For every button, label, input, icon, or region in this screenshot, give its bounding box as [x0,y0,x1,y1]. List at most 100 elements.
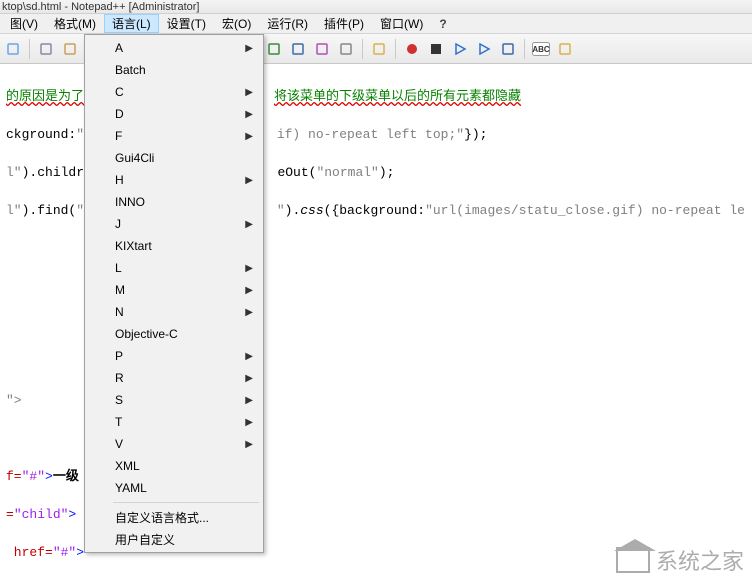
submenu-arrow-icon: ▶ [245,87,253,98]
dropdown-item-label: XML [115,459,140,473]
dropdown-separator [113,502,259,503]
code-text: ).find( [22,203,77,218]
lang-item-Batch[interactable]: Batch [87,59,261,81]
menu-item-2[interactable]: 语言(L) [104,14,159,33]
lang-item-D[interactable]: D▶ [87,103,261,125]
spellcheck-button[interactable]: ABC [530,38,552,60]
code-text: css [300,203,323,218]
toolbar-separator [395,39,396,59]
paste-button[interactable] [59,38,81,60]
code-text: "child" [14,507,69,522]
toolbar-separator [362,39,363,59]
dropdown-item-label: P [115,349,123,363]
menu-item-6[interactable]: 插件(P) [316,14,372,33]
stop-macro-button[interactable] [425,38,447,60]
lang-item-自定义语言格式...[interactable]: 自定义语言格式... [87,506,261,528]
new-file-icon [6,42,20,56]
code-text: = [6,507,14,522]
play-multi-button[interactable] [473,38,495,60]
code-text: 一级 [53,469,79,484]
lang-item-V[interactable]: V▶ [87,433,261,455]
lang-item-R[interactable]: R▶ [87,367,261,389]
lang-item-H[interactable]: H▶ [87,169,261,191]
code-text: ); [379,165,395,180]
menu-item-3[interactable]: 设置(T) [159,14,214,33]
lang-item-S[interactable]: S▶ [87,389,261,411]
word-wrap-button[interactable] [287,38,309,60]
dropdown-item-label: V [115,437,123,451]
dropdown-item-label: T [115,415,122,429]
record-macro-icon [405,42,419,56]
stop-macro-icon [429,42,443,56]
lang-item-XML[interactable]: XML [87,455,261,477]
indent-guide-button[interactable] [335,38,357,60]
code-text: 的原因是为了 [6,89,84,104]
copy-button[interactable] [35,38,57,60]
folder-lang-button[interactable] [368,38,390,60]
lang-item-P[interactable]: P▶ [87,345,261,367]
submenu-arrow-icon: ▶ [245,373,253,384]
dropdown-item-label: L [115,261,122,275]
menu-item-8[interactable]: ? [431,14,454,33]
show-all-icon [315,42,329,56]
watermark: 系统之家 [616,544,744,576]
menu-item-4[interactable]: 宏(O) [214,14,259,33]
code-text: if) no-repeat left top;" [277,127,464,142]
play-macro-icon [453,42,467,56]
show-all-button[interactable] [311,38,333,60]
code-text: > [68,507,76,522]
record-macro-button[interactable] [401,38,423,60]
submenu-arrow-icon: ▶ [245,395,253,406]
paste-icon [63,42,77,56]
submenu-arrow-icon: ▶ [245,131,253,142]
save-macro-button[interactable] [497,38,519,60]
lang-item-J[interactable]: J▶ [87,213,261,235]
lang-item-C[interactable]: C▶ [87,81,261,103]
lang-item-N[interactable]: N▶ [87,301,261,323]
dropdown-item-label: R [115,371,124,385]
dropdown-item-label: S [115,393,123,407]
lang-item-T[interactable]: T▶ [87,411,261,433]
folder-open-icon [558,42,572,56]
submenu-arrow-icon: ▶ [245,175,253,186]
submenu-arrow-icon: ▶ [245,43,253,54]
lang-item-KIXtart[interactable]: KIXtart [87,235,261,257]
lang-item-INNO[interactable]: INNO [87,191,261,213]
sync-icon [267,42,281,56]
play-macro-button[interactable] [449,38,471,60]
dropdown-item-label: A [115,41,123,55]
lang-item-YAML[interactable]: YAML [87,477,261,499]
dropdown-item-label: YAML [115,481,147,495]
menu-item-1[interactable]: 格式(M) [46,14,104,33]
lang-item-Gui4Cli[interactable]: Gui4Cli [87,147,261,169]
submenu-arrow-icon: ▶ [245,439,253,450]
dropdown-item-label: D [115,107,124,121]
watermark-text: 系统之家 [656,544,744,576]
menu-item-5[interactable]: 运行(R) [259,14,316,33]
dropdown-item-label: J [115,217,121,231]
submenu-arrow-icon: ▶ [245,417,253,428]
language-dropdown: A▶BatchC▶D▶F▶Gui4CliH▶INNOJ▶KIXtartL▶M▶N… [84,34,264,553]
lang-item-Objective-C[interactable]: Objective-C [87,323,261,345]
house-icon [616,547,650,573]
dropdown-item-label: F [115,129,122,143]
menu-item-0[interactable]: 图(V) [2,14,46,33]
code-text: f= [6,469,22,484]
lang-item-用户自定义[interactable]: 用户自定义 [87,528,261,550]
lang-item-F[interactable]: F▶ [87,125,261,147]
submenu-arrow-icon: ▶ [245,351,253,362]
dropdown-item-label: 用户自定义 [115,531,175,548]
dropdown-item-label: Gui4Cli [115,151,154,165]
new-file-button[interactable] [2,38,24,60]
lang-item-L[interactable]: L▶ [87,257,261,279]
code-text: > [76,545,84,560]
submenu-arrow-icon: ▶ [245,307,253,318]
lang-item-M[interactable]: M▶ [87,279,261,301]
code-text: "> [6,393,22,408]
menu-item-7[interactable]: 窗口(W) [372,14,431,33]
code-text: l" [6,165,22,180]
code-text: eOut( [277,165,316,180]
folder-open-button[interactable] [554,38,576,60]
lang-item-A[interactable]: A▶ [87,37,261,59]
sync-button[interactable] [263,38,285,60]
